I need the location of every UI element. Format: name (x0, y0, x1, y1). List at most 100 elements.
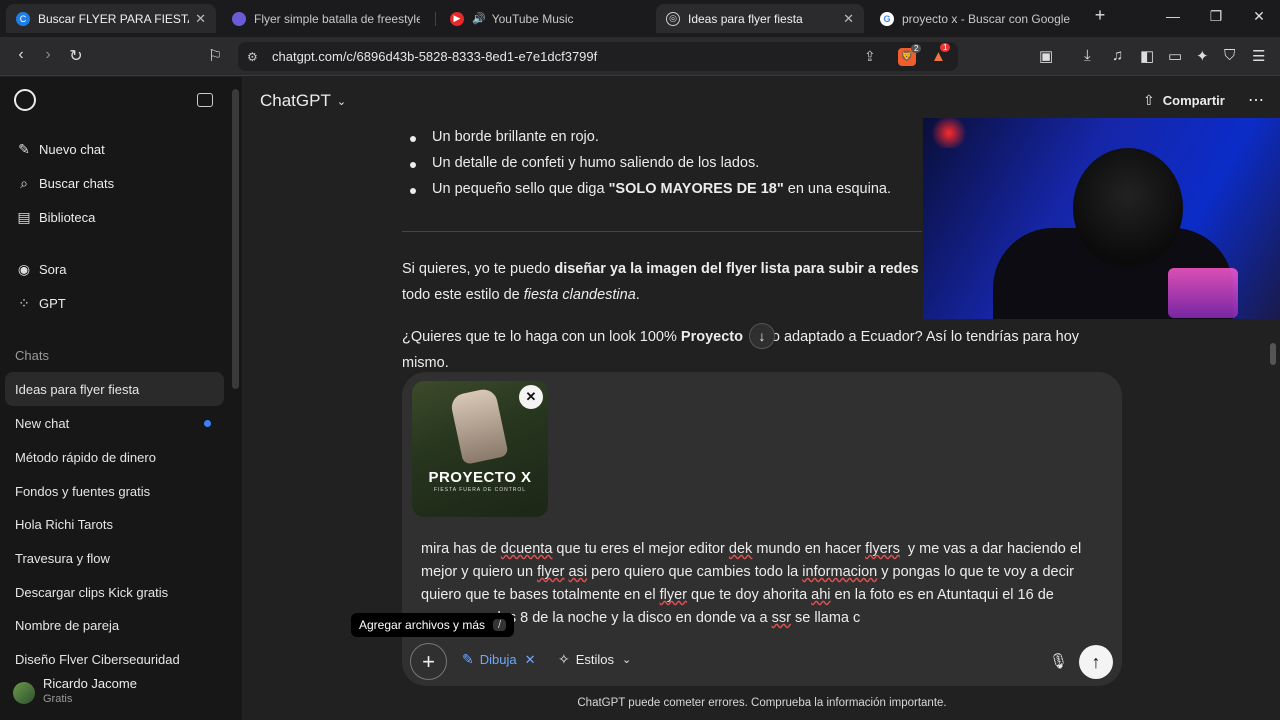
reload-button[interactable]: ↻ (66, 46, 86, 66)
downloads-icon[interactable]: ⤓ (1084, 47, 1091, 64)
bullet-plain: Un borde brillante en rojo. (432, 129, 599, 145)
scroll-down-button[interactable]: ↓ (749, 323, 775, 349)
chat-item[interactable]: Nombre de pareja (15, 618, 119, 633)
send-button[interactable]: ↑ (1079, 645, 1113, 679)
main-scrollbar[interactable] (1270, 343, 1276, 365)
misspelled-word: informacion (802, 564, 878, 580)
tab-title: YouTube Music (491, 11, 574, 26)
microphone-icon[interactable]: 🎙 (1049, 652, 1068, 670)
message-text: quiero que te bases totalmente en el (421, 587, 660, 603)
close-tab-icon[interactable]: ✕ (843, 11, 854, 27)
tooltip-text: Agregar archivos y más (359, 618, 486, 632)
close-window-button[interactable]: ✕ (1249, 8, 1269, 25)
browser-toolbar: ‹ › ↻ ⚐ ⚙ chatgpt.com/c/6896d43b-5828-83… (0, 37, 1280, 76)
bookmark-icon[interactable]: ⚐ (205, 46, 225, 66)
text-bold: Proyecto (680, 329, 747, 345)
share-button[interactable]: ⇧ Compartir (1143, 92, 1225, 109)
url-text[interactable]: chatgpt.com/c/6896d43b-5828-8333-8ed1-e7… (272, 49, 597, 64)
message-text: se llama c (790, 610, 861, 626)
chats-header: Chats (15, 348, 49, 363)
site-info-icon[interactable]: ⚙ (247, 50, 258, 64)
maximize-button[interactable]: ❐ (1206, 8, 1226, 25)
library-icon: ▤ (17, 209, 31, 225)
remove-attachment-button[interactable]: ✕ (519, 385, 543, 409)
text-italic: fiesta clandestina (523, 287, 636, 303)
tab-title: proyecto x - Buscar con Google (902, 11, 1071, 26)
sora-label: Sora (39, 262, 67, 277)
webcam-overlay (923, 118, 1280, 319)
styles-label: Estilos (575, 652, 615, 667)
tab-youtube-music[interactable]: ▶ 🔊 YouTube Music (440, 4, 640, 33)
bullet-text: Un borde brillante en rojo. (432, 129, 599, 145)
forward-button[interactable]: › (38, 46, 58, 64)
misspelled-word: ahi (811, 587, 831, 603)
share-icon: ⇧ (1143, 92, 1155, 108)
message-text: que te doy ahorita (687, 587, 812, 603)
chat-item-new-chat[interactable]: New chat (15, 416, 69, 431)
chat-item[interactable]: Travesura y flow (15, 551, 110, 566)
message-line: las 8 de la noche y la disco en donde va… (421, 607, 1111, 630)
message-line: mejor y quiero un flyer asi pero quiero … (421, 561, 1111, 584)
assistant-paragraph: Si quieres, yo te puedo diseñar ya la im… (402, 261, 931, 277)
user-profile[interactable]: Ricardo Jacome Gratis (0, 672, 242, 720)
more-options-button[interactable]: ⋯ (1248, 90, 1264, 110)
message-text: en la foto es en Atuntaqui el 16 de (830, 587, 1054, 603)
bullet-plain: en una esquina. (783, 181, 891, 197)
gpt-button[interactable]: ⁘ GPT (15, 295, 66, 312)
add-files-button[interactable]: + (410, 643, 447, 680)
misspelled-word: flyer (537, 564, 565, 580)
tab-search-icon[interactable]: ▣ (1039, 47, 1053, 65)
tab-proyecto-x-google[interactable]: G proyecto x - Buscar con Google (870, 4, 1082, 33)
sidebar-scrollbar[interactable] (232, 89, 239, 389)
misspelled-word: ssr (771, 610, 791, 626)
avatar (13, 682, 35, 704)
openai-logo-icon[interactable] (14, 89, 36, 111)
close-sidebar-icon[interactable] (197, 93, 213, 107)
attachment-subtitle: FIESTA FUERA DE CONTROL (433, 487, 527, 493)
model-selector[interactable]: ChatGPT ⌄ (260, 91, 346, 111)
library-label: Biblioteca (39, 210, 96, 225)
minimize-button[interactable]: — (1163, 8, 1183, 24)
audio-playing-icon[interactable]: 🔊 (472, 12, 486, 25)
search-chats-button[interactable]: ⌕ Buscar chats (15, 175, 114, 192)
draw-tool-chip[interactable]: ✎ Dibuja ✕ (462, 651, 536, 668)
back-button[interactable]: ‹ (11, 46, 31, 64)
tab-flyer-simple[interactable]: Flyer simple batalla de freestyle na (222, 4, 430, 33)
vpn-icon[interactable]: ⛉ (1224, 47, 1235, 64)
message-input[interactable]: mira has de dcuenta que tu eres el mejor… (421, 538, 1111, 630)
message-text: mundo en hacer (752, 541, 866, 557)
text-plain: . (635, 287, 640, 303)
library-button[interactable]: ▤ Biblioteca (15, 209, 95, 226)
user-plan: Gratis (43, 693, 73, 705)
new-chat-label: Nuevo chat (39, 142, 105, 157)
leo-ai-icon[interactable]: ✦ (1196, 47, 1209, 65)
chat-item[interactable]: Descargar clips Kick gratis (15, 585, 168, 600)
close-tab-icon[interactable]: ✕ (195, 11, 206, 27)
chevron-down-icon: ⌄ (336, 95, 347, 108)
chat-item[interactable]: Fondos y fuentes gratis (15, 484, 150, 499)
chat-item-ideas-flyer[interactable]: Ideas para flyer fiesta (5, 372, 224, 406)
remove-tool-icon[interactable]: ✕ (525, 652, 536, 668)
wallet-icon[interactable]: ▭ (1168, 47, 1182, 65)
chat-item[interactable]: Diseño Flyer Ciberseguridad (15, 652, 180, 664)
divider (402, 231, 922, 232)
new-chat-button[interactable]: ✎ Nuevo chat (15, 141, 105, 158)
share-page-icon[interactable]: ⇪ (864, 48, 876, 65)
new-tab-button[interactable]: + (1090, 5, 1110, 26)
sidebar-toggle-icon[interactable]: ◧ (1140, 47, 1154, 65)
media-icon[interactable]: ♫ (1112, 47, 1123, 64)
tab-buscar-flyer[interactable]: C Buscar FLYER PARA FIESTA - C ✕ (6, 4, 216, 33)
assistant-paragraph: todo este estilo de fiesta clandestina. (402, 287, 640, 303)
model-name: ChatGPT (260, 91, 331, 110)
chat-item[interactable]: Método rápido de dinero (15, 450, 156, 465)
styles-dropdown[interactable]: ✧ Estilos ⌄ (558, 651, 631, 668)
chat-item[interactable]: Hola Richi Tarots (15, 517, 113, 532)
tab-ideas-flyer[interactable]: ◎ Ideas para flyer fiesta ✕ (656, 4, 864, 33)
misspelled-word: asi (568, 564, 588, 580)
sora-button[interactable]: ◉ Sora (15, 261, 67, 278)
misspelled-word: dek (728, 541, 753, 557)
tooltip-shortcut: / (493, 619, 507, 631)
menu-icon[interactable]: ☰ (1252, 47, 1265, 65)
address-bar[interactable]: ⚙ chatgpt.com/c/6896d43b-5828-8333-8ed1-… (238, 42, 958, 71)
assistant-paragraph: ¿Quieres que te lo haga con un look 100%… (402, 329, 1079, 345)
